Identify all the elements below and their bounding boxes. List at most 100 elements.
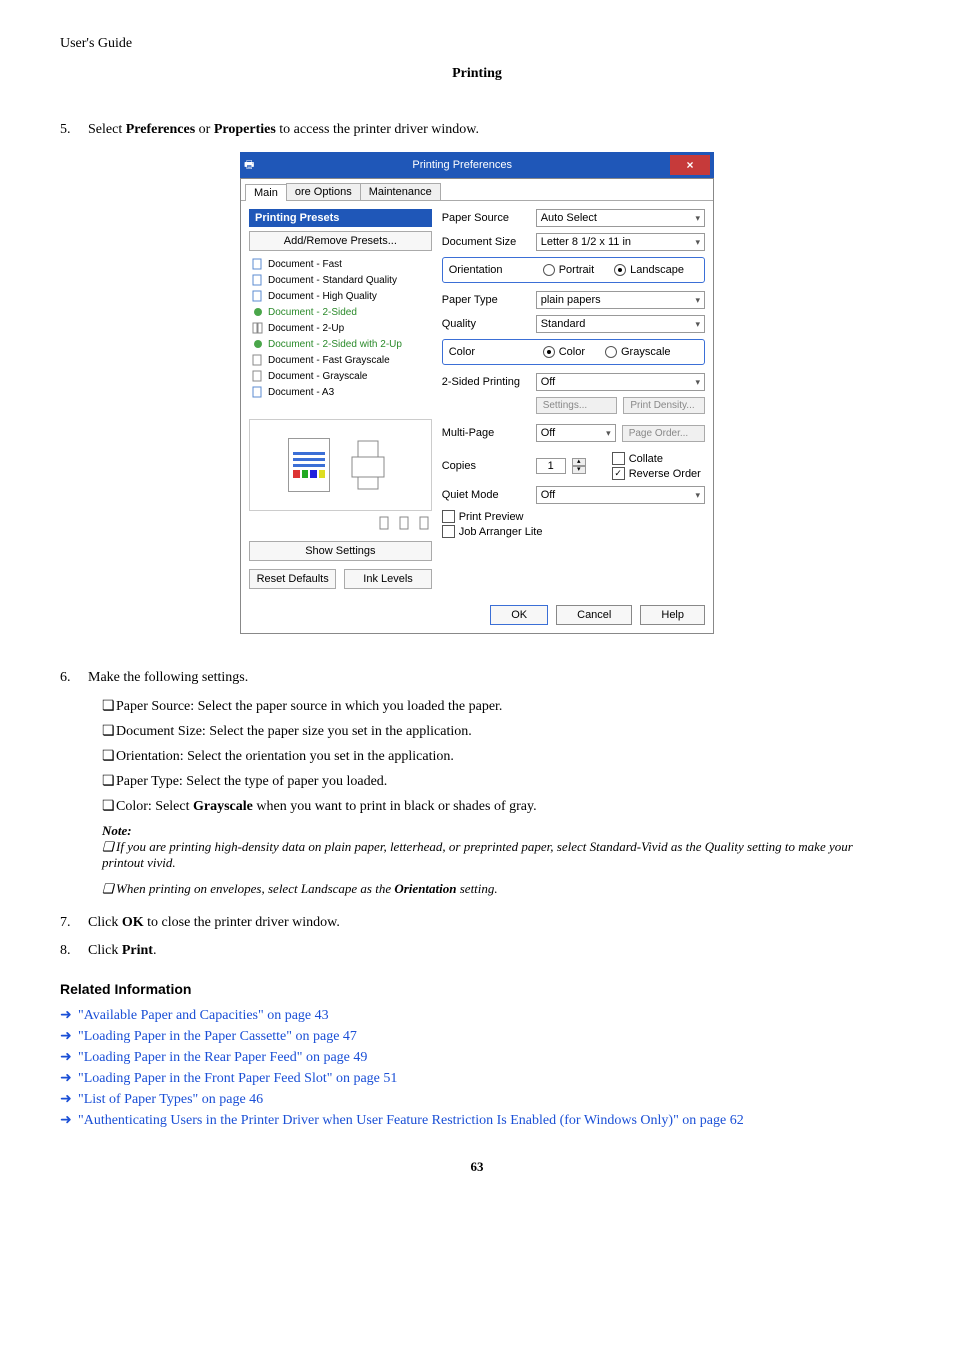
select-value: plain papers xyxy=(541,294,601,306)
tab-more-options[interactable]: ore Options xyxy=(286,183,361,200)
document-icon xyxy=(252,386,264,398)
dialog-footer: OK Cancel Help xyxy=(241,597,713,633)
step-number: 6. xyxy=(60,670,88,686)
help-button[interactable]: Help xyxy=(640,605,705,625)
close-icon[interactable]: × xyxy=(670,155,710,175)
paper-type-label: Paper Type xyxy=(442,294,530,306)
ink-levels-button[interactable]: Ink Levels xyxy=(344,569,431,589)
text: or xyxy=(195,122,214,137)
preset-label: Document - High Quality xyxy=(268,291,377,302)
radio-label: Landscape xyxy=(630,264,684,276)
text: Click xyxy=(88,915,122,930)
preset-item[interactable]: Document - 2-Up xyxy=(250,320,431,336)
note-item: ❏If you are printing high-density data o… xyxy=(102,839,894,871)
job-arranger-checkbox[interactable] xyxy=(442,525,455,538)
page-order-button[interactable]: Page Order... xyxy=(622,425,705,442)
text: to close the printer driver window. xyxy=(144,915,340,930)
preset-label: Document - 2-Up xyxy=(268,323,344,334)
orient-icon[interactable] xyxy=(376,515,392,531)
document-icon xyxy=(252,258,264,270)
reset-defaults-button[interactable]: Reset Defaults xyxy=(249,569,336,589)
copies-input[interactable]: 1 xyxy=(536,458,566,474)
header-left: User's Guide xyxy=(60,36,894,52)
copies-spinner[interactable]: ▴▾ xyxy=(572,458,586,474)
two-sided-select[interactable]: Off▾ xyxy=(536,373,705,391)
color-color-radio[interactable]: Color xyxy=(543,346,585,358)
link[interactable]: "Loading Paper in the Front Paper Feed S… xyxy=(78,1071,397,1086)
orientation-portrait-radio[interactable]: Portrait xyxy=(543,264,594,276)
printing-preferences-dialog: 🖶 Printing Preferences × Main ore Option… xyxy=(240,152,714,634)
text-bold: OK xyxy=(122,915,144,930)
related-link: ➜"Loading Paper in the Paper Cassette" o… xyxy=(60,1028,894,1045)
eco-icon xyxy=(252,306,264,318)
text-bold: Grayscale xyxy=(193,799,253,814)
sub-item: ❏Paper Type: Select the type of paper yo… xyxy=(102,773,894,790)
ok-button[interactable]: OK xyxy=(490,605,548,625)
link[interactable]: "List of Paper Types" on page 46 xyxy=(78,1092,263,1107)
quiet-mode-select[interactable]: Off▾ xyxy=(536,486,705,504)
link[interactable]: "Authenticating Users in the Printer Dri… xyxy=(78,1113,744,1128)
color-group: Color Color Grayscale xyxy=(442,339,705,365)
add-remove-presets-button[interactable]: Add/Remove Presets... xyxy=(249,231,432,251)
preset-item[interactable]: Document - Grayscale xyxy=(250,368,431,384)
radio-label: Color xyxy=(559,346,585,358)
preset-item[interactable]: Document - Standard Quality xyxy=(250,272,431,288)
show-settings-button[interactable]: Show Settings xyxy=(249,541,432,561)
preset-label: Document - Fast xyxy=(268,259,342,270)
spin-up-icon: ▴ xyxy=(572,458,586,466)
tab-maintenance[interactable]: Maintenance xyxy=(360,183,441,200)
document-icon xyxy=(252,354,264,366)
orientation-landscape-radio[interactable]: Landscape xyxy=(614,264,684,276)
paper-source-select[interactable]: Auto Select▾ xyxy=(536,209,705,227)
color-grayscale-radio[interactable]: Grayscale xyxy=(605,346,671,358)
preset-item[interactable]: Document - High Quality xyxy=(250,288,431,304)
text: to access the printer driver window. xyxy=(276,122,479,137)
preview-printer-icon xyxy=(344,437,392,493)
orient-icon[interactable] xyxy=(416,515,432,531)
step-7-text: Click OK to close the printer driver win… xyxy=(88,915,340,931)
sub-item: ❏Orientation: Select the orientation you… xyxy=(102,748,894,765)
cancel-button[interactable]: Cancel xyxy=(556,605,632,625)
quality-select[interactable]: Standard▾ xyxy=(536,315,705,333)
sub-text: when you want to print in black or shade… xyxy=(253,799,537,814)
preset-item[interactable]: Document - Fast xyxy=(250,256,431,272)
radio-label: Portrait xyxy=(559,264,594,276)
link[interactable]: "Loading Paper in the Paper Cassette" on… xyxy=(78,1029,357,1044)
text: . xyxy=(153,943,157,958)
settings-button[interactable]: Settings... xyxy=(536,397,618,414)
document-size-select[interactable]: Letter 8 1/2 x 11 in▾ xyxy=(536,233,705,251)
orient-icon[interactable] xyxy=(396,515,412,531)
preset-item[interactable]: Document - 2-Sided xyxy=(250,304,431,320)
link[interactable]: "Loading Paper in the Rear Paper Feed" o… xyxy=(78,1050,367,1065)
related-info-heading: Related Information xyxy=(60,981,894,997)
layout-icon xyxy=(252,322,264,334)
print-preview-checkbox[interactable] xyxy=(442,510,455,523)
radio-icon xyxy=(614,264,626,276)
checkbox-label: Collate xyxy=(629,453,663,465)
quiet-mode-label: Quiet Mode xyxy=(442,489,530,501)
step-number: 8. xyxy=(60,943,88,959)
radio-icon xyxy=(605,346,617,358)
paper-type-select[interactable]: plain papers▾ xyxy=(536,291,705,309)
preset-item[interactable]: Document - 2-Sided with 2-Up xyxy=(250,336,431,352)
sub-text: Orientation: Select the orientation you … xyxy=(116,749,454,764)
radio-icon xyxy=(543,264,555,276)
tab-main[interactable]: Main xyxy=(245,184,287,201)
preset-item[interactable]: Document - A3 xyxy=(250,384,431,400)
link[interactable]: "Available Paper and Capacities" on page… xyxy=(78,1008,329,1023)
multi-page-select[interactable]: Off▾ xyxy=(536,424,616,442)
chevron-down-icon: ▾ xyxy=(695,319,700,330)
sub-text: Paper Source: Select the paper source in… xyxy=(116,699,502,714)
step-number: 5. xyxy=(60,122,88,138)
preset-item[interactable]: Document - Fast Grayscale xyxy=(250,352,431,368)
step-6: 6. Make the following settings. xyxy=(60,670,894,686)
document-size-label: Document Size xyxy=(442,236,530,248)
preset-label: Document - 2-Sided with 2-Up xyxy=(268,339,402,350)
collate-checkbox[interactable] xyxy=(612,452,625,465)
quality-label: Quality xyxy=(442,318,530,330)
print-density-button[interactable]: Print Density... xyxy=(623,397,705,414)
note-text: setting. xyxy=(456,881,497,896)
reverse-order-checkbox[interactable] xyxy=(612,467,625,480)
printing-presets-header: Printing Presets xyxy=(249,209,432,227)
document-icon xyxy=(252,290,264,302)
